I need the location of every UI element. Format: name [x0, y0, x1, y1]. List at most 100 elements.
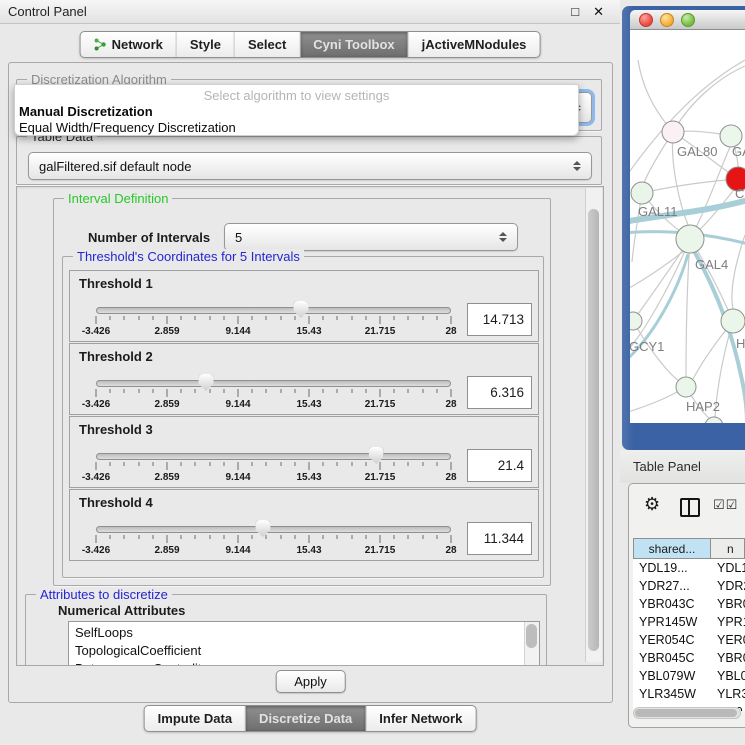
network-node[interactable] [676, 225, 704, 253]
list-scrollbar-thumb[interactable] [526, 624, 537, 648]
network-node-label: GAL4 [695, 257, 728, 272]
thresholds-group: Threshold's Coordinates for 5 Intervals … [62, 256, 544, 578]
numerical-attributes-list[interactable]: SelfLoopsTopologicalCoefficientBetweenne… [68, 621, 540, 666]
threshold-value-2[interactable]: 6.316 [467, 376, 532, 409]
threshold-box-4: Threshold 4-3.4262.8599.14415.4321.71528… [69, 489, 539, 561]
network-node[interactable] [630, 312, 642, 330]
list-item-topologicalcoefficient[interactable]: TopologicalCoefficient [75, 642, 523, 660]
table-data-combobox[interactable]: galFiltered.sif default node [28, 152, 592, 180]
list-item-selfloops[interactable]: SelfLoops [75, 624, 523, 642]
cell-name: YPR1 [709, 615, 745, 629]
tick-label: 21.715 [365, 472, 396, 483]
tick-label: 2.859 [154, 399, 179, 410]
close-icon[interactable]: ✕ [593, 4, 604, 20]
tab-impute-data[interactable]: Impute Data [145, 706, 245, 731]
table-row[interactable]: YPR145WYPR1 [633, 613, 745, 631]
table-panel-header: Table Panel [620, 450, 745, 483]
network-window-titlebar[interactable] [630, 10, 745, 30]
tab-jactivemnodules[interactable]: jActiveMNodules [408, 32, 540, 57]
threshold-value-3[interactable]: 21.4 [467, 449, 532, 482]
group-title-interval-definition: Interval Definition [64, 191, 172, 206]
threshold-slider-3[interactable]: -3.4262.8599.14415.4321.71528 [96, 446, 451, 486]
network-edge[interactable] [673, 66, 745, 132]
tab-infer-network[interactable]: Infer Network [365, 706, 475, 731]
threshold-box-1: Threshold 1 -3.4262.8599.14415.4321.71528… [69, 270, 539, 342]
network-node[interactable] [676, 377, 696, 397]
network-edge[interactable] [630, 60, 745, 178]
panel-title: Control Panel [8, 4, 571, 19]
dropdown-option-manual-discretization[interactable]: Manual Discretization [15, 104, 578, 120]
network-node[interactable] [662, 121, 684, 143]
tab-cyni-toolbox[interactable]: Cyni Toolbox [299, 32, 407, 57]
threshold-value-1[interactable]: 14.713 [467, 303, 532, 336]
tab-style[interactable]: Style [176, 32, 234, 57]
network-edge[interactable] [732, 235, 745, 309]
table-row[interactable]: YLR345WYLR3 [633, 685, 745, 703]
attribute-items: SelfLoopsTopologicalCoefficientBetweenne… [75, 624, 523, 666]
network-node-label: C [735, 186, 744, 201]
threshold-value-4[interactable]: 11.344 [467, 522, 532, 555]
cell-shared-name: YBL079W [633, 669, 709, 683]
minimize-traffic-light-icon[interactable] [660, 13, 674, 27]
threshold-label: Threshold 1 [79, 276, 153, 291]
close-traffic-light-icon[interactable] [639, 13, 653, 27]
checkbox-columns-icon[interactable]: ☑☑ [713, 497, 738, 513]
apply-button[interactable]: Apply [275, 670, 346, 693]
network-canvas[interactable]: GAL80GACGAL11GAL4GCY1HHAP2 [630, 30, 745, 423]
cell-name: YBL0 [709, 669, 745, 683]
combo-spinner-icon[interactable] [499, 232, 507, 242]
cell-shared-name: YDR27... [633, 579, 709, 593]
tab-select[interactable]: Select [234, 32, 299, 57]
tick-label: -3.426 [82, 545, 110, 556]
tick-label: 28 [445, 545, 456, 556]
horizontal-scrollbar[interactable] [633, 707, 741, 719]
network-node-label: H [736, 336, 745, 351]
num-intervals-combobox[interactable]: 5 [224, 223, 518, 251]
table-row[interactable]: YBL079WYBL0 [633, 667, 745, 685]
tab-network[interactable]: Network [81, 32, 176, 57]
network-node[interactable] [631, 182, 653, 204]
node-table: shared... n YDL19...YDL1YDR27...YDR2YBR0… [633, 538, 745, 721]
list-item-betweennesscentrality[interactable]: BetweennessCentrality [75, 660, 523, 666]
threshold-slider-2[interactable]: -3.4262.8599.14415.4321.71528 [96, 373, 451, 413]
table-row[interactable]: YBR045CYBR0 [633, 649, 745, 667]
table-panel-title: Table Panel [633, 459, 701, 474]
threshold-slider-4[interactable]: -3.4262.8599.14415.4321.71528 [96, 519, 451, 559]
float-window-icon[interactable]: □ [571, 4, 579, 19]
tab-discretize-data[interactable]: Discretize Data [245, 706, 365, 731]
table-row[interactable]: YER054CYER0 [633, 631, 745, 649]
horizontal-scrollbar-thumb[interactable] [635, 709, 737, 717]
control-panel-titlebar: Control Panel □ ✕ [0, 0, 620, 24]
threshold-label: Threshold 2 [79, 349, 153, 364]
tick-label: 28 [445, 326, 456, 337]
dropdown-option-equal-width-frequency-discretization[interactable]: Equal Width/Frequency Discretization [15, 120, 578, 136]
zoom-traffic-light-icon[interactable] [681, 13, 695, 27]
split-column-icon[interactable] [680, 498, 700, 517]
list-scrollbar[interactable] [524, 622, 539, 666]
vertical-scrollbar[interactable] [585, 188, 602, 662]
slider-track[interactable] [96, 453, 451, 460]
network-node[interactable] [721, 309, 745, 333]
column-header-name[interactable]: n [711, 539, 744, 558]
column-header-shared-name[interactable]: shared... [634, 539, 711, 558]
slider-track[interactable] [96, 526, 451, 533]
combo-spinner-icon[interactable] [573, 161, 581, 171]
slider-ticks [96, 535, 451, 544]
network-edge[interactable] [630, 239, 690, 355]
network-node[interactable] [705, 417, 723, 423]
screenshot-root: Control Panel □ ✕ NetworkStyleSelectCyni… [0, 0, 745, 745]
slider-track[interactable] [96, 380, 451, 387]
node-table-rows: YDL19...YDL1YDR27...YDR2YBR043CYBR0YPR14… [633, 559, 745, 711]
slider-track[interactable] [96, 307, 451, 314]
table-row[interactable]: YDR27...YDR2 [633, 577, 745, 595]
threshold-slider-1[interactable]: -3.4262.8599.14415.4321.71528 [96, 300, 451, 340]
cell-name: YDL1 [709, 561, 745, 575]
cell-shared-name: YBR045C [633, 651, 709, 665]
node-table-header: shared... n [633, 538, 745, 559]
vertical-scrollbar-thumb[interactable] [588, 209, 599, 651]
network-edge[interactable] [690, 147, 730, 239]
table-row[interactable]: YBR043CYBR0 [633, 595, 745, 613]
network-edge[interactable] [638, 60, 673, 132]
table-row[interactable]: YDL19...YDL1 [633, 559, 745, 577]
gear-icon[interactable]: ⚙ [644, 494, 660, 515]
